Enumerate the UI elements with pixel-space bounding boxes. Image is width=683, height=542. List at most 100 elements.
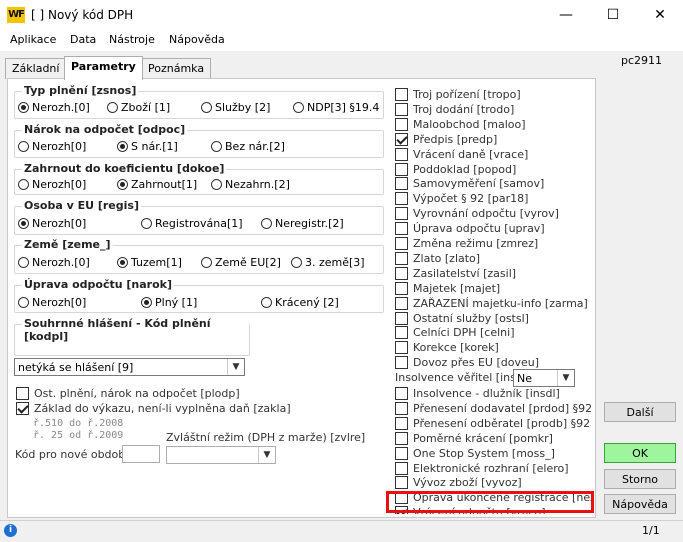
option-b0[interactable]: Insolvence - dlužník [insdl] <box>395 387 560 400</box>
close-button[interactable]: ✕ <box>637 0 683 31</box>
radio-typ-nerozh[interactable]: Nerozh.[0] <box>18 101 90 114</box>
checkbox <box>395 192 408 206</box>
option-a0[interactable]: Troj pořízení [tropo] <box>395 88 521 101</box>
option-a3[interactable]: Předpis [predp] <box>395 132 497 146</box>
option-b2[interactable]: Přenesení odběratel [prodb] §92a <box>395 416 591 430</box>
check-plodp[interactable]: Ost. plnění, nárok na odpočet [plodp] <box>16 387 240 400</box>
insolvence-select[interactable]: Ne ▼ <box>513 369 575 388</box>
info-icon[interactable]: i <box>4 524 17 537</box>
napoveda-button[interactable]: Nápověda <box>604 494 676 514</box>
radio-koef-nerozh[interactable]: Nerozh[0] <box>18 178 86 191</box>
radio-osoba-registrovana[interactable]: Registrována[1] <box>141 217 243 230</box>
option-label: Změna režimu [zmrez] <box>413 237 539 250</box>
ok-button[interactable]: OK <box>604 443 676 463</box>
option-a9[interactable]: Úprava odpočtu [uprav] <box>395 222 545 236</box>
menu-nastroje[interactable]: Nástroje <box>109 33 155 46</box>
option-a16[interactable]: Celníci DPH [celni] <box>395 326 515 340</box>
option-label: Insolvence - dlužník [insdl] <box>413 387 560 400</box>
tab-zakladni[interactable]: Základní <box>5 58 67 79</box>
group-souhrnne: Souhrnné hlášení - Kód plnění [kodpl] <box>14 317 250 356</box>
radio-koef-nezahrn[interactable]: Nezahrn.[2] <box>211 178 290 191</box>
radio-narok-bez[interactable]: Bez nár.[2] <box>211 140 285 153</box>
option-b5[interactable]: Elektronické rozhraní [elero] <box>395 461 569 475</box>
option-label: Korekce [korek] <box>413 341 499 355</box>
option-a1[interactable]: Troj dodání [trodo] <box>395 102 514 116</box>
option-a8[interactable]: Vyrovnání odpočtu [vyrov] <box>395 207 559 221</box>
checkbox <box>395 237 408 250</box>
radio-zeme-eu[interactable]: Země EU[2] <box>201 256 281 269</box>
option-label: Zasilatelství [zasil] <box>413 266 517 280</box>
checkbox <box>395 132 408 146</box>
radio-zeme-tuzem[interactable]: Tuzem[1] <box>117 256 182 269</box>
radio-narok-s[interactable]: S nár.[1] <box>117 140 178 153</box>
menu-napoveda[interactable]: Nápověda <box>169 33 225 46</box>
maximize-button[interactable]: ☐ <box>590 0 636 31</box>
radio-dot <box>261 218 272 229</box>
souhrnne-select[interactable]: netýká se hlášení [9] ▼ <box>14 358 245 376</box>
option-b1[interactable]: Přenesení dodavatel [prdod] §92a <box>395 401 591 415</box>
check-zakla[interactable]: Základ do výkazu, není-li vyplněna daň [… <box>16 402 291 415</box>
option-b4[interactable]: One Stop System [moss_] <box>395 446 555 460</box>
option-label: Poměrné krácení [pomkr] <box>413 431 553 445</box>
checkbox <box>395 416 408 430</box>
option-a18[interactable]: Dovoz přes EU [doveu] <box>395 356 539 370</box>
radio-label: Nerozh[0] <box>32 296 87 309</box>
radio-dot <box>201 257 212 268</box>
option-label: Přenesení dodavatel [prdod] §92a <box>413 401 591 415</box>
radio-osoba-neregistr[interactable]: Neregistr.[2] <box>261 217 344 230</box>
option-a14[interactable]: ZAŘAZENÍ majetku-info [zarma] <box>395 296 588 310</box>
group-uprava-odpoctu: Úprava odpočtu [narok] Nerozh[0] Plný [1… <box>14 278 384 313</box>
group-typ-plneni: Typ plnění [zsnos] Nerozh.[0] Zboží [1] … <box>14 84 384 119</box>
kod-obdobi-input[interactable] <box>122 445 160 463</box>
option-b6[interactable]: Vývoz zboží [vyvoz] <box>395 476 522 490</box>
radio-narok-nerozh[interactable]: Nerozh[0] <box>18 140 86 153</box>
group-label: Zahrnout do koeficientu [dokoe] <box>22 162 227 175</box>
tab-parametry[interactable]: Parametry <box>64 56 143 80</box>
radio-zeme-nerozh[interactable]: Nerozh.[0] <box>18 256 90 269</box>
radio-uprava-nerozh[interactable]: Nerozh[0] <box>18 296 86 309</box>
option-a10[interactable]: Změna režimu [zmrez] <box>395 237 538 250</box>
menu-aplikace[interactable]: Aplikace <box>10 33 56 46</box>
option-a17[interactable]: Korekce [korek] <box>395 341 499 355</box>
option-label: Zlato [zlato] <box>413 251 481 265</box>
radio-osoba-nerozh[interactable]: Nerozh[0] <box>18 217 86 230</box>
tab-poznamka[interactable]: Poznámka <box>141 58 211 79</box>
radio-uprava-plny[interactable]: Plný [1] <box>141 296 197 309</box>
radio-typ-sluzby[interactable]: Služby [2] <box>201 101 270 114</box>
checkbox <box>395 326 408 340</box>
option-label: Elektronické rozhraní [elero] <box>413 461 569 475</box>
option-a12[interactable]: Zasilatelství [zasil] <box>395 266 517 280</box>
checkbox <box>395 117 408 131</box>
checkbox <box>395 356 408 370</box>
radio-typ-ndp[interactable]: NDP[3] §19.4 <box>293 101 379 114</box>
radio-typ-zbozi[interactable]: Zboží [1] <box>107 101 170 114</box>
radio-label: Nerozh[0] <box>32 217 87 230</box>
option-a5[interactable]: Poddoklad [popod] <box>395 162 516 176</box>
storno-button[interactable]: Storno <box>604 469 676 489</box>
dalsi-button[interactable]: Další <box>604 402 676 422</box>
checkbox <box>395 88 408 101</box>
checkbox <box>395 102 408 116</box>
option-a2[interactable]: Maloobchod [maloo] <box>395 117 526 131</box>
option-a6[interactable]: Samovyměření [samov] <box>395 177 544 191</box>
app-logo-icon: WF <box>7 7 25 23</box>
option-a13[interactable]: Majetek [majet] <box>395 281 500 295</box>
checkbox <box>395 476 408 490</box>
radio-uprava-kraceny[interactable]: Krácený [2] <box>261 296 339 309</box>
checkbox <box>395 207 408 221</box>
radio-koef-zahrnout[interactable]: Zahrnout[1] <box>117 178 197 191</box>
record-id: pc2911 <box>621 54 663 67</box>
zvlastni-select[interactable]: ▼ <box>166 446 276 464</box>
menu-data[interactable]: Data <box>70 33 96 46</box>
option-b3[interactable]: Poměrné krácení [pomkr] <box>395 431 553 445</box>
option-label: Úprava odpočtu [uprav] <box>413 222 545 236</box>
radio-label: Neregistr.[2] <box>275 217 344 230</box>
option-label: Výpočet § 92 [par18] <box>413 192 529 206</box>
option-a11[interactable]: Zlato [zlato] <box>395 251 481 265</box>
option-label: Vrácení daně [vrace] <box>413 147 529 161</box>
option-a7[interactable]: Výpočet § 92 [par18] <box>395 192 529 206</box>
option-a15[interactable]: Ostatní služby [ostsl] <box>395 311 529 325</box>
radio-zeme-treti[interactable]: 3. země[3] <box>291 256 365 269</box>
minimize-button[interactable]: — <box>543 0 589 31</box>
option-a4[interactable]: Vrácení daně [vrace] <box>395 147 529 161</box>
